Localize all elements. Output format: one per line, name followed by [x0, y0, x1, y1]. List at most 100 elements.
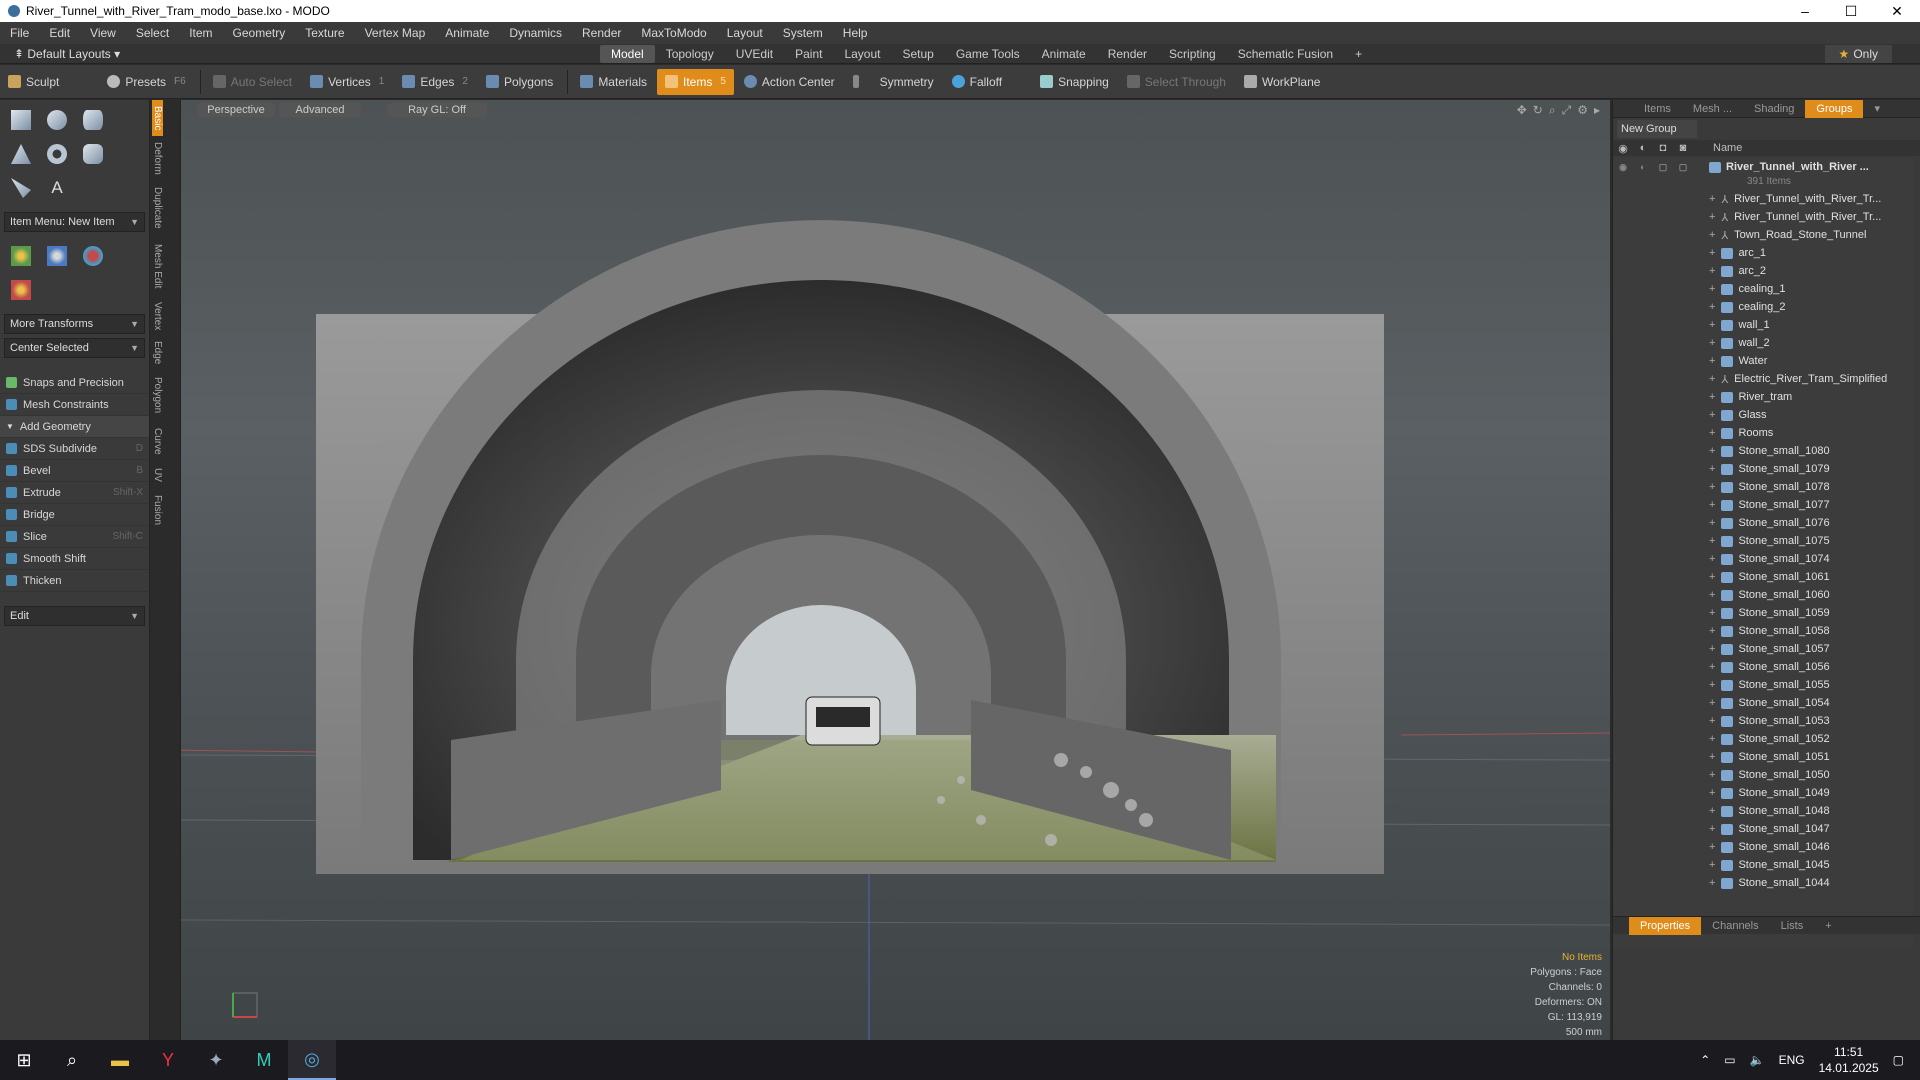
tab-mesh[interactable]: Mesh ... [1682, 103, 1743, 115]
tree-row[interactable]: + Stone_small_1051 [1613, 748, 1913, 766]
vtab-polygon[interactable]: Polygon [152, 370, 163, 420]
menu-texture[interactable]: Texture [295, 26, 354, 40]
symmetry-button[interactable]: Symmetry [845, 69, 942, 95]
tree-row[interactable]: + Stone_small_1080 [1613, 442, 1913, 460]
chevron-down-icon[interactable]: ▾ [1863, 102, 1891, 115]
auto-select-button[interactable]: Auto Select [205, 69, 300, 95]
expand-icon[interactable]: + [1709, 211, 1715, 223]
tree-row[interactable]: + Stone_small_1077 [1613, 496, 1913, 514]
tree-row[interactable]: + Rooms [1613, 424, 1913, 442]
expand-icon[interactable]: + [1709, 319, 1715, 331]
cone-icon[interactable] [6, 140, 36, 168]
tab-animate[interactable]: Animate [1031, 45, 1097, 63]
yandex-browser-icon[interactable]: Y [144, 1040, 192, 1080]
expand-icon[interactable]: + [1709, 193, 1715, 205]
menu-file[interactable]: File [0, 26, 39, 40]
expand-icon[interactable]: + [1709, 661, 1715, 673]
tree-row[interactable]: + arc_2 [1613, 262, 1913, 280]
vtab-edge[interactable]: Edge [152, 338, 163, 368]
transform-icon[interactable] [6, 276, 36, 304]
polygons-button[interactable]: Polygons [478, 69, 561, 95]
tab-scripting[interactable]: Scripting [1158, 45, 1227, 63]
expand-icon[interactable]: + [1709, 247, 1715, 259]
item-menu-dropdown[interactable]: Item Menu: New Item ▼ [4, 212, 145, 232]
tree-row[interactable]: + Stone_small_1061 [1613, 568, 1913, 586]
presets-button[interactable]: Presets F6 [99, 69, 193, 95]
tree-row[interactable]: + ⅄ Electric_River_Tram_Simplified [1613, 370, 1913, 388]
network-icon[interactable]: ▭ [1724, 1053, 1735, 1067]
tree-row[interactable]: + Stone_small_1058 [1613, 622, 1913, 640]
app-icon[interactable]: ✦ [192, 1040, 240, 1080]
add-tab-icon[interactable]: + [1814, 920, 1842, 932]
vtab-vertex[interactable]: Vertex [152, 296, 163, 336]
tree-row[interactable]: + Stone_small_1045 [1613, 856, 1913, 874]
volume-icon[interactable]: 🔈 [1750, 1053, 1765, 1067]
tree-row[interactable]: + cealing_1 [1613, 280, 1913, 298]
bridge-tool[interactable]: Bridge [0, 504, 149, 526]
render-toggle-icon[interactable]: ◐ [1633, 158, 1653, 176]
expand-icon[interactable]: + [1709, 553, 1715, 565]
tree-row[interactable]: + Stone_small_1055 [1613, 676, 1913, 694]
add-tab-icon[interactable]: + [1344, 45, 1373, 63]
tree-row[interactable]: + Stone_small_1049 [1613, 784, 1913, 802]
expand-icon[interactable]: + [1709, 823, 1715, 835]
expand-icon[interactable]: + [1709, 373, 1715, 385]
tree-row[interactable]: + Stone_small_1078 [1613, 478, 1913, 496]
expand-icon[interactable]: + [1709, 643, 1715, 655]
expand-icon[interactable]: + [1709, 481, 1715, 493]
tree-row[interactable]: + Stone_small_1053 [1613, 712, 1913, 730]
expand-icon[interactable]: + [1709, 805, 1715, 817]
cylinder-icon[interactable] [78, 106, 108, 134]
vtab-fusion[interactable]: Fusion [152, 490, 163, 530]
expand-icon[interactable]: + [1709, 787, 1715, 799]
tab-topology[interactable]: Topology [655, 45, 725, 63]
tab-groups[interactable]: Groups [1805, 99, 1864, 118]
tree-row[interactable]: + Stone_small_1050 [1613, 766, 1913, 784]
expand-icon[interactable]: + [1709, 679, 1715, 691]
tree-row[interactable]: + Glass [1613, 406, 1913, 424]
smooth-shift-tool[interactable]: Smooth Shift [0, 548, 149, 570]
windows-start-icon[interactable]: ⊞ [0, 1040, 48, 1080]
tab-render[interactable]: Render [1097, 45, 1158, 63]
menu-view[interactable]: View [80, 26, 126, 40]
eye-toggle-icon[interactable]: ◉ [1613, 158, 1633, 176]
items-button[interactable]: Items 5 [657, 68, 734, 95]
sphere-icon[interactable] [42, 106, 72, 134]
menu-render[interactable]: Render [572, 26, 631, 40]
tab-items[interactable]: Items [1633, 103, 1682, 115]
tree-row[interactable]: + Stone_small_1057 [1613, 640, 1913, 658]
expand-icon[interactable]: + [1709, 409, 1715, 421]
notifications-icon[interactable]: ▢ [1893, 1053, 1904, 1067]
3d-viewport[interactable]: Perspective Advanced Ray GL: Off ✥ ↻ ⌕ ⤢… [180, 100, 1610, 1040]
tab-properties[interactable]: Properties [1629, 916, 1702, 935]
tab-shading[interactable]: Shading [1743, 103, 1805, 115]
sculpt-button[interactable]: Sculpt [0, 69, 67, 95]
tree-row[interactable]: + Stone_small_1059 [1613, 604, 1913, 622]
action-center-button[interactable]: Action Center [736, 69, 843, 95]
clock[interactable]: 11:51 14.01.2025 [1819, 1044, 1879, 1076]
cube-icon[interactable] [6, 106, 36, 134]
expand-icon[interactable]: + [1709, 607, 1715, 619]
snapping-button[interactable]: Snapping [1032, 69, 1117, 95]
vtab-curve[interactable]: Curve [152, 422, 163, 460]
tab-setup[interactable]: Setup [891, 45, 944, 63]
layout-selector[interactable]: ⇞ Default Layouts ▾ [0, 47, 600, 61]
expand-icon[interactable]: + [1709, 589, 1715, 601]
close-button[interactable]: ✕ [1874, 0, 1920, 22]
expand-icon[interactable]: + [1709, 391, 1715, 403]
tab-lists[interactable]: Lists [1770, 920, 1815, 932]
menu-geometry[interactable]: Geometry [223, 26, 296, 40]
more-transforms-dropdown[interactable]: More Transforms ▼ [4, 314, 145, 334]
tree-row[interactable]: + Stone_small_1044 [1613, 874, 1913, 892]
sds-subdivide-tool[interactable]: SDS Subdivide D [0, 438, 149, 460]
menu-edit[interactable]: Edit [39, 26, 80, 40]
tab-paint[interactable]: Paint [784, 45, 833, 63]
expand-icon[interactable]: + [1709, 427, 1715, 439]
tree-row[interactable]: + ⅄ River_Tunnel_with_River_Tr... [1613, 208, 1913, 226]
edit-dropdown[interactable]: Edit ▼ [4, 606, 145, 626]
expand-icon[interactable]: + [1709, 841, 1715, 853]
tab-schematic-fusion[interactable]: Schematic Fusion [1227, 45, 1344, 63]
modo-taskbar-icon[interactable]: ◎ [288, 1040, 336, 1080]
maxtomodo-icon[interactable]: M [240, 1040, 288, 1080]
menu-vertex-map[interactable]: Vertex Map [355, 26, 436, 40]
